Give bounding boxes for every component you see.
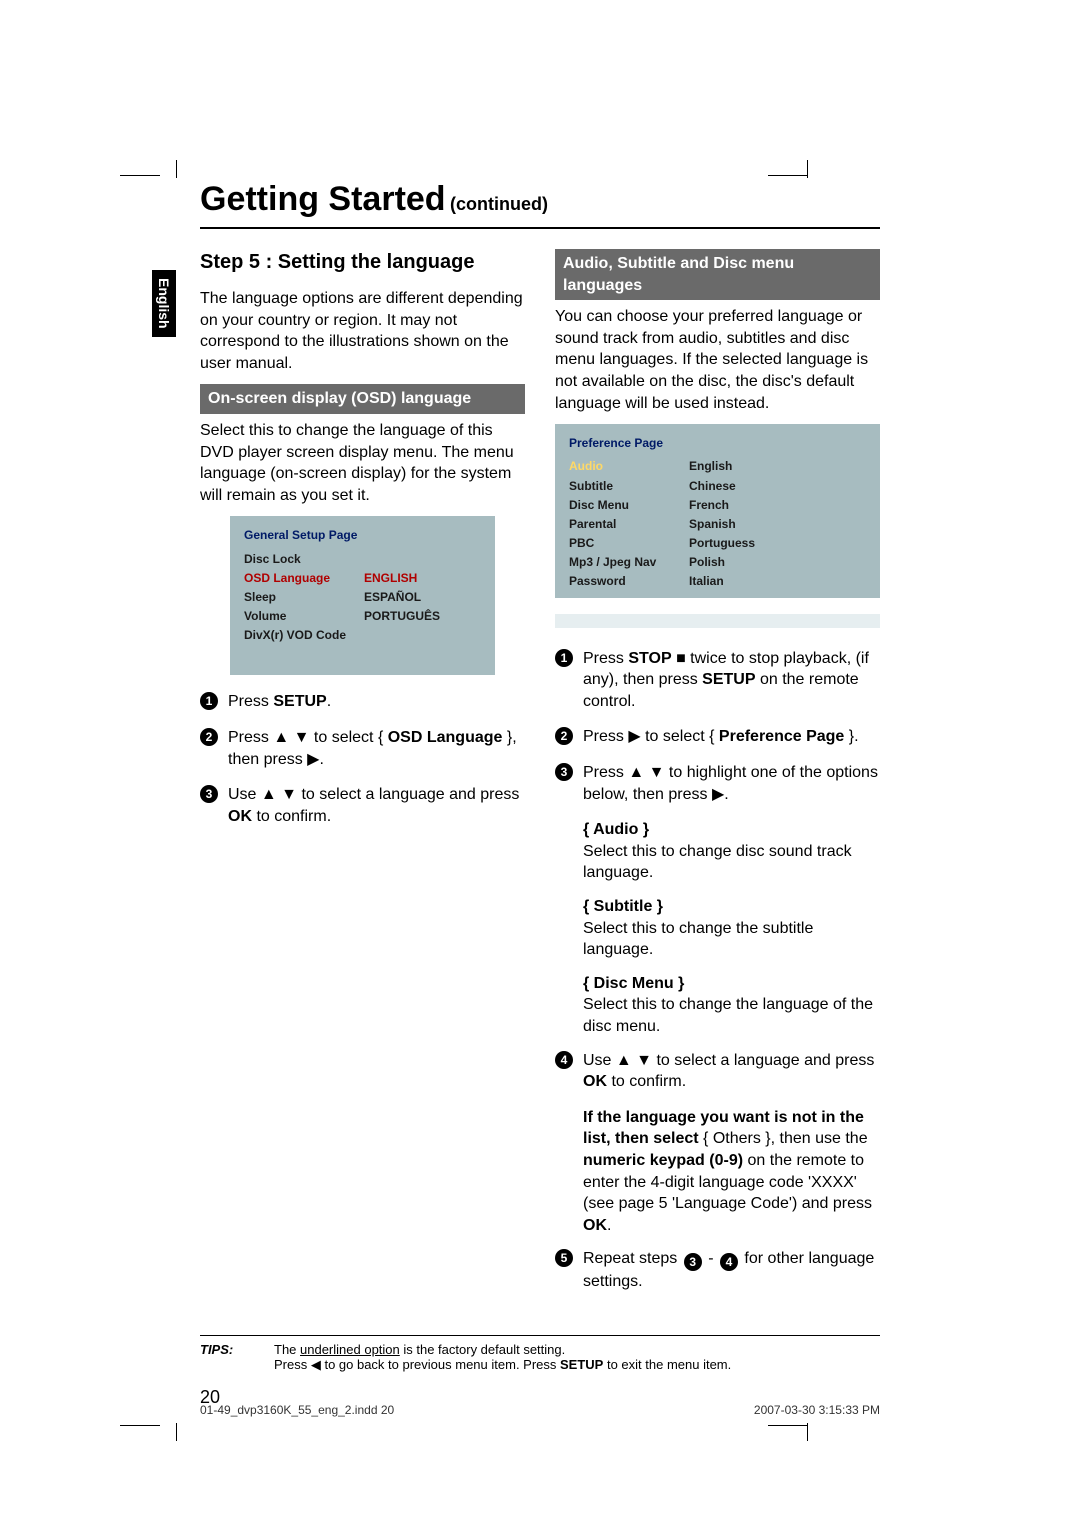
osd-step: 2Press ▲ ▼ to select { OSD Language }, t… bbox=[200, 727, 525, 770]
osd-row: Disc Lock bbox=[244, 550, 481, 569]
tips-line2: Press ◀ to go back to previous menu item… bbox=[274, 1357, 731, 1372]
bullet-icon: 2 bbox=[555, 727, 573, 745]
title-rule bbox=[200, 227, 880, 229]
page-title-line: Getting Started (continued) bbox=[200, 180, 880, 219]
tips-label: TIPS: bbox=[200, 1342, 250, 1373]
osd-step: 3Use ▲ ▼ to select a language and press … bbox=[200, 784, 525, 827]
pref-paragraph: You can choose your preferred language o… bbox=[555, 306, 880, 414]
step-heading: Step 5 : Setting the language bbox=[200, 249, 525, 276]
osd-row: SleepESPAÑOL bbox=[244, 588, 481, 607]
tips-section: TIPS: The underlined option is the facto… bbox=[200, 1335, 880, 1373]
page-title: Getting Started bbox=[200, 180, 446, 218]
left-column: Step 5 : Setting the language The langua… bbox=[200, 249, 525, 1307]
pref-steps-list: 1Press STOP ■ twice to stop playback, (i… bbox=[555, 648, 880, 806]
others-note: If the language you want is not in the l… bbox=[583, 1107, 880, 1237]
footer-left: 01-49_dvp3160K_55_eng_2.indd 20 bbox=[200, 1403, 394, 1417]
osd-row: OSD LanguageENGLISH bbox=[244, 569, 481, 588]
bullet-icon: 2 bbox=[200, 728, 218, 746]
pref-row: Disc MenuFrench bbox=[569, 496, 866, 515]
pref-step-4: 4 Use ▲ ▼ to select a language and press… bbox=[555, 1050, 880, 1093]
osd-row: VolumePORTUGUÊS bbox=[244, 607, 481, 626]
pref-step-5-list: 5 Repeat steps 3 - 4 for other language … bbox=[555, 1248, 880, 1293]
bullet-5-icon: 5 bbox=[555, 1249, 573, 1267]
pref-box-footer bbox=[555, 614, 880, 628]
osd-paragraph: Select this to change the language of th… bbox=[200, 420, 525, 506]
pref-row: Mp3 / Jpeg NavPolish bbox=[569, 553, 866, 572]
footer-right: 2007-03-30 3:15:33 PM bbox=[754, 1403, 880, 1417]
pref-row: ParentalSpanish bbox=[569, 515, 866, 534]
tips-underlined: underlined option bbox=[300, 1342, 400, 1357]
pref-steps-continued: 4 Use ▲ ▼ to select a language and press… bbox=[555, 1050, 880, 1093]
bullet-icon: 3 bbox=[555, 763, 573, 781]
tips-line1-b: is the factory default setting. bbox=[400, 1342, 565, 1357]
pref-row: SubtitleChinese bbox=[569, 477, 866, 496]
osd-section-head: On-screen display (OSD) language bbox=[200, 384, 525, 414]
bullet-4-icon: 4 bbox=[555, 1051, 573, 1069]
intro-paragraph: The language options are different depen… bbox=[200, 288, 525, 374]
step5-pre: Repeat steps bbox=[583, 1250, 682, 1267]
option-block: { Audio }Select this to change disc soun… bbox=[583, 819, 880, 884]
language-tab: English bbox=[152, 270, 176, 337]
osd-row: DivX(r) VOD Code bbox=[244, 626, 481, 645]
osd-menu-box: General Setup Page Disc LockOSD Language… bbox=[230, 516, 495, 675]
pref-row: PBCPortuguess bbox=[569, 534, 866, 553]
option-block: { Subtitle }Select this to change the su… bbox=[583, 896, 880, 961]
osd-box-title: General Setup Page bbox=[244, 526, 481, 545]
right-column: Audio, Subtitle and Disc menu languages … bbox=[555, 249, 880, 1307]
pref-step: 1Press STOP ■ twice to stop playback, (i… bbox=[555, 648, 880, 713]
tips-line1-a: The bbox=[274, 1342, 300, 1357]
osd-steps-list: 1Press SETUP. 2Press ▲ ▼ to select { OSD … bbox=[200, 691, 525, 827]
option-block: { Disc Menu }Select this to change the l… bbox=[583, 973, 880, 1038]
pref-step-5: 5 Repeat steps 3 - 4 for other language … bbox=[555, 1248, 880, 1293]
pref-step: 3Press ▲ ▼ to highlight one of the optio… bbox=[555, 762, 880, 805]
step5-dash: - bbox=[708, 1250, 718, 1267]
pref-step: 2Press ▶ to select { Preference Page }. bbox=[555, 726, 880, 748]
pref-box-title: Preference Page bbox=[569, 434, 866, 453]
pref-row: AudioEnglish bbox=[569, 457, 866, 476]
osd-step: 1Press SETUP. bbox=[200, 691, 525, 713]
pref-section-head: Audio, Subtitle and Disc menu languages bbox=[555, 249, 880, 300]
bullet-icon: 1 bbox=[555, 649, 573, 667]
bullet-icon: 1 bbox=[200, 692, 218, 710]
bullet-icon: 3 bbox=[200, 785, 218, 803]
pref-menu-box: Preference Page AudioEnglishSubtitleChin… bbox=[555, 424, 880, 598]
pref-row: PasswordItalian bbox=[569, 572, 866, 591]
bullet-3-inline-icon: 3 bbox=[684, 1253, 702, 1271]
continued-label: (continued) bbox=[450, 194, 548, 214]
tips-body: The underlined option is the factory def… bbox=[274, 1342, 880, 1373]
bullet-4-inline-icon: 4 bbox=[720, 1253, 738, 1271]
